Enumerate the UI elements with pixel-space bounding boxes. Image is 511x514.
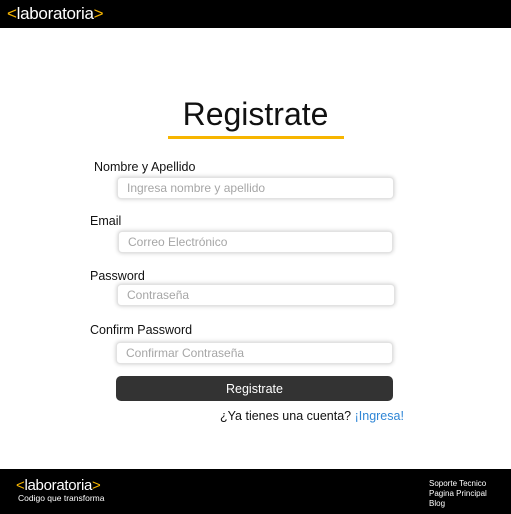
footer-logo-close-bracket: > [92, 477, 101, 494]
confirm-password-label: Confirm Password [90, 323, 193, 337]
login-link[interactable]: ¡Ingresa! [355, 409, 404, 423]
footer-links: Soporte Tecnico Pagina Principal Blog [429, 479, 487, 509]
password-label: Password [90, 269, 145, 283]
name-input[interactable] [117, 177, 394, 199]
top-nav-bar: <laboratoria> [0, 0, 511, 28]
logo-open-bracket: < [7, 4, 17, 23]
login-prompt-line: ¿Ya tienes una cuenta? ¡Ingresa! [220, 409, 404, 423]
email-label: Email [90, 214, 122, 228]
footer-link-pagina-principal[interactable]: Pagina Principal [429, 489, 487, 499]
page-title: Registrate [182, 96, 329, 132]
password-input[interactable] [117, 284, 395, 306]
footer-link-soporte[interactable]: Soporte Tecnico [429, 479, 487, 489]
register-button[interactable]: Registrate [116, 376, 393, 401]
footer-link-blog[interactable]: Blog [429, 499, 487, 509]
title-underline [168, 136, 344, 139]
name-label: Nombre y Apellido [94, 160, 196, 174]
footer-logo[interactable]: <laboratoria> [16, 477, 101, 494]
confirm-password-input[interactable] [116, 342, 393, 364]
footer-logo-text: laboratoria [24, 477, 93, 494]
login-prompt-text: ¿Ya tienes una cuenta? [220, 409, 352, 423]
email-input[interactable] [118, 231, 393, 253]
footer-tagline: Codigo que transforma [18, 493, 105, 503]
footer: <laboratoria> Codigo que transforma Sopo… [0, 469, 511, 514]
logo-close-bracket: > [93, 4, 104, 23]
logo-text: laboratoria [16, 4, 94, 23]
header-logo[interactable]: <laboratoria> [7, 4, 104, 24]
